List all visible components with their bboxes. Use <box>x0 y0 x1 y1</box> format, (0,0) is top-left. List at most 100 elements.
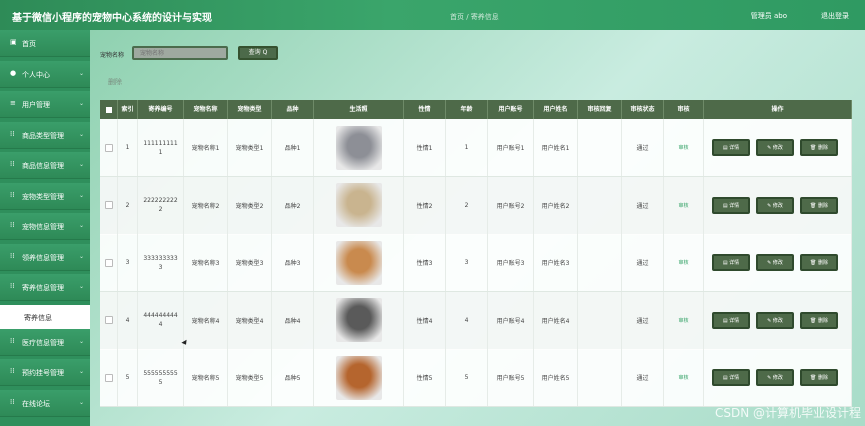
column-header: 宠物名称 <box>184 100 228 119</box>
edit-button[interactable]: ✎ 修改 <box>756 139 794 156</box>
cell-reply <box>578 234 622 291</box>
sidebar: ▣ 首页 ● 个人中心 ⌄ ≡ 用户管理 ⌄ ⁞⁞ 商品类型管理 ⌄ ⁞⁞ 商品信息管理 ⌄ ⁞⁞ 宠物类型管… <box>0 30 90 426</box>
cell-text: 品种3 <box>284 260 301 267</box>
cell-review[interactable]: 审核 <box>664 349 704 406</box>
cell-text: 1 <box>464 144 469 151</box>
sidebar-item-8[interactable]: ⁞⁞ 寄养信息管理 ⌄ <box>0 274 90 301</box>
detail-button[interactable]: ▤ 详情 <box>712 139 750 156</box>
detail-button[interactable]: ▤ 详情 <box>712 196 750 214</box>
delete-button[interactable]: 🗑 删除 <box>800 254 838 271</box>
row-checkbox[interactable] <box>104 258 113 267</box>
column-header: 性情 <box>404 100 446 119</box>
row-checkbox-cell[interactable] <box>100 234 118 291</box>
current-user[interactable]: 管理员 abo <box>751 11 787 21</box>
review-link[interactable]: 审核 <box>678 259 688 266</box>
sidebar-item-11[interactable]: ⁞⁞ 在线论坛 ⌄ <box>0 389 90 417</box>
pet-photo <box>335 183 382 227</box>
edit-button[interactable]: ✎ 修改 <box>756 254 794 271</box>
sidebar-item-5[interactable]: ⁞⁞ 宠物类型管理 ⌄ <box>0 182 90 210</box>
cell-text: 1111111111 <box>143 139 178 156</box>
delete-button[interactable]: 🗑 删除 <box>800 196 838 214</box>
sidebar-item-7[interactable]: ⁞⁞ 领养信息管理 ⌄ <box>0 243 90 271</box>
cell-review[interactable]: 审核 <box>664 119 704 176</box>
sidebar-item-2[interactable]: ≡ 用户管理 ⌄ <box>0 91 90 118</box>
cell-review[interactable]: 审核 <box>664 234 704 291</box>
detail-button[interactable]: ▤ 详情 <box>712 254 750 271</box>
row-checkbox-cell[interactable] <box>100 119 118 176</box>
sidebar-item-1[interactable]: ● 个人中心 ⌄ <box>0 60 90 88</box>
review-link[interactable]: 审核 <box>678 144 688 151</box>
column-header: 年龄 <box>446 100 488 119</box>
cell-temper: 性情4 <box>404 291 446 349</box>
cell-text: 通过 <box>636 375 649 382</box>
review-link[interactable]: 审核 <box>678 317 688 324</box>
grid-icon: ⁞⁞ <box>10 190 15 199</box>
chevron-down-icon: ⌄ <box>78 283 84 290</box>
detail-button[interactable]: ▤ 详情 <box>712 369 750 386</box>
submenu-label: 寄养信息 <box>24 313 52 322</box>
search-button[interactable]: 查询 Q <box>238 46 278 60</box>
column-header: 用户账号 <box>488 100 534 119</box>
review-link[interactable]: 审核 <box>678 202 688 209</box>
cell-text: 4 <box>464 316 469 324</box>
submenu-item-foster[interactable]: 寄养信息 <box>0 304 90 329</box>
search-input[interactable] <box>132 46 228 60</box>
grid-icon: ⁞⁞ <box>10 129 15 138</box>
row-checkbox[interactable] <box>104 201 113 209</box>
edit-button[interactable]: ✎ 修改 <box>756 196 794 214</box>
cell-no: 4444444444 <box>138 291 184 349</box>
edit-button[interactable]: ✎ 修改 <box>756 369 794 386</box>
delete-button[interactable]: 🗑 删除 <box>800 311 838 329</box>
cell-breed: 品种3 <box>272 234 314 291</box>
table-row: 5 5555555555 宠物名称5 宠物类型5 品种5 性情5 5 用户账号5 用户姓名5 通过… <box>100 349 852 407</box>
cell-text: 性情4 <box>416 317 433 325</box>
breadcrumb[interactable]: 首页 / 寄养信息 <box>450 12 499 22</box>
cell-text: 品种2 <box>284 202 301 210</box>
row-checkbox-cell[interactable] <box>100 176 118 234</box>
column-header: 品种 <box>272 100 314 119</box>
detail-button[interactable]: ▤ 详情 <box>712 311 750 329</box>
logout-button[interactable]: 退出登录 <box>821 11 849 21</box>
cell-status: 通过 <box>622 176 664 234</box>
delete-button[interactable]: 🗑 删除 <box>800 139 838 156</box>
sidebar-item-label: 宠物信息管理 <box>22 223 64 231</box>
cell-text: 宠物名称1 <box>191 145 220 152</box>
sidebar-item-9[interactable]: ⁞⁞ 医疗信息管理 ⌄ <box>0 328 90 356</box>
cell-age: 4 <box>446 291 488 349</box>
chevron-down-icon: ⌄ <box>78 252 84 260</box>
row-checkbox-cell[interactable] <box>100 349 118 406</box>
cell-text: 宠物类型4 <box>235 317 264 325</box>
sidebar-item-3[interactable]: ⁞⁞ 商品类型管理 ⌄ <box>0 121 90 149</box>
column-header: 索引 <box>118 100 138 119</box>
cell-name: 宠物名称4 <box>184 291 228 349</box>
photo-cell <box>314 349 404 406</box>
edit-button[interactable]: ✎ 修改 <box>756 311 794 329</box>
review-link[interactable]: 审核 <box>678 374 688 381</box>
sidebar-item-0[interactable]: ▣ 首页 <box>0 30 90 57</box>
cell-text: 性情2 <box>416 202 433 210</box>
sidebar-item-6[interactable]: ⁞⁞ 宠物信息管理 ⌄ <box>0 213 90 240</box>
row-checkbox[interactable] <box>104 373 113 382</box>
sidebar-item-10[interactable]: ⁞⁞ 预约挂号管理 ⌄ <box>0 359 90 386</box>
select-all-checkbox[interactable] <box>100 100 118 119</box>
grid-icon: ⁞⁞ <box>10 160 15 168</box>
cell-text: 3 <box>125 259 130 266</box>
cell-uname: 用户姓名5 <box>534 349 578 406</box>
cell-no: 3333333333 <box>138 234 184 291</box>
grid-icon: ⁞⁞ <box>10 336 15 345</box>
row-checkbox[interactable] <box>104 143 113 152</box>
column-header: 生活照 <box>314 100 404 119</box>
cell-account: 用户账号5 <box>488 349 534 406</box>
table-row: 2 2222222222 宠物名称2 宠物类型2 品种2 性情2 2 用户账号2 用户姓名2 通过… <box>100 176 852 235</box>
grid-icon: ⁞⁞ <box>10 221 15 229</box>
cell-text: 宠物名称4 <box>191 317 220 325</box>
cell-review[interactable]: 审核 <box>664 291 704 349</box>
row-checkbox[interactable] <box>104 316 113 324</box>
delete-button[interactable]: 🗑 删除 <box>800 369 838 386</box>
row-checkbox-cell[interactable] <box>100 291 118 349</box>
sidebar-item-label: 个人中心 <box>22 70 50 79</box>
sidebar-item-4[interactable]: ⁞⁞ 商品信息管理 ⌄ <box>0 152 90 179</box>
cell-review[interactable]: 审核 <box>664 176 704 234</box>
batch-delete-button[interactable]: 删除 <box>108 77 122 87</box>
sidebar-item-label: 寄养信息管理 <box>22 284 64 292</box>
